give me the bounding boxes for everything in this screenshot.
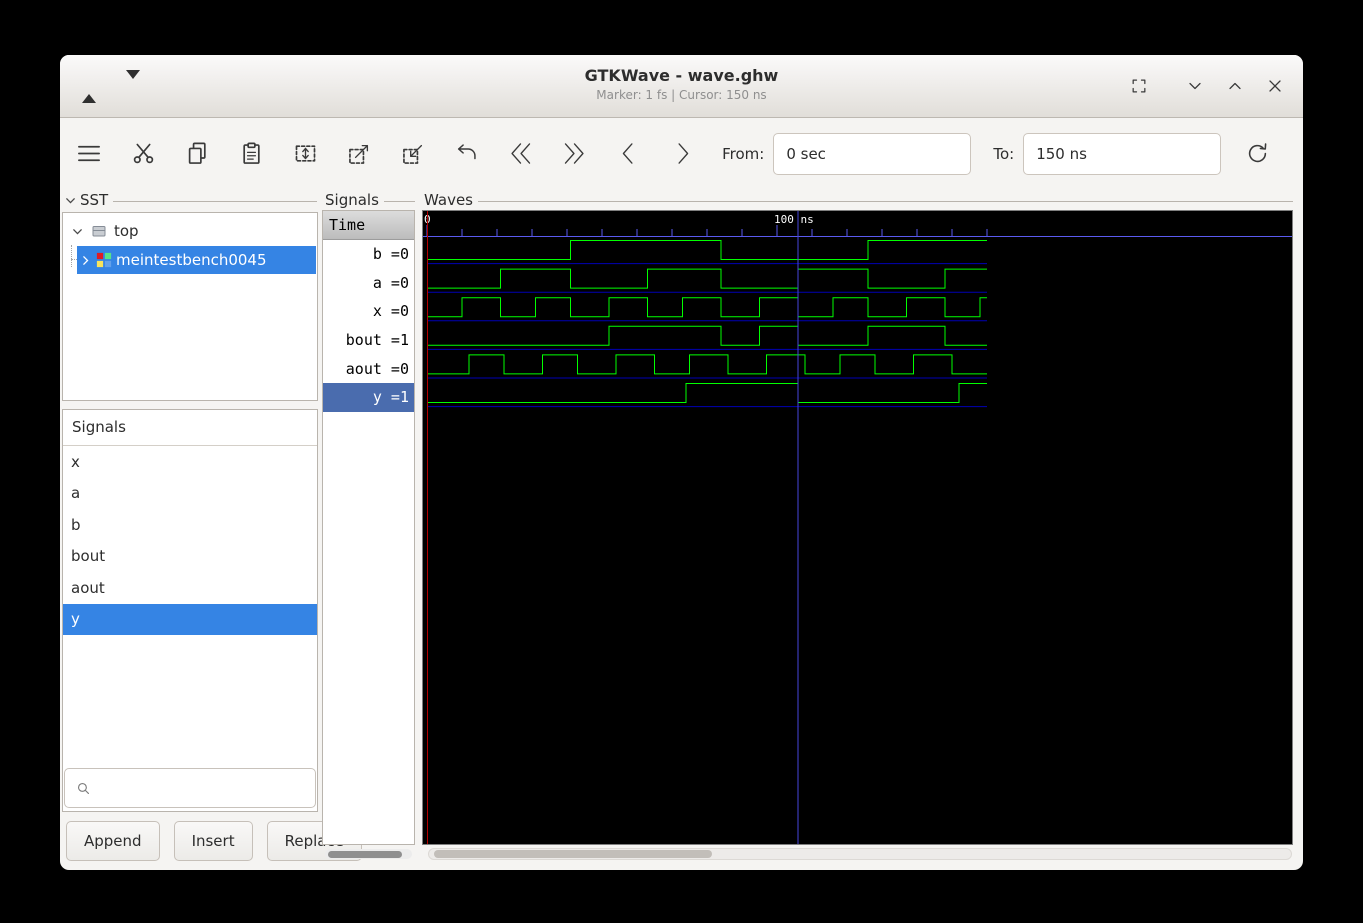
signals-list-header: Signals [63, 410, 317, 446]
signals-list: xabboutaouty [63, 446, 317, 635]
tree-item-label: meintestbench0045 [116, 251, 267, 269]
marker-cursor-status: Marker: 1 fs | Cursor: 150 ns [60, 88, 1303, 102]
zoom-in-icon [346, 140, 373, 167]
signal-list-item[interactable]: x [63, 446, 317, 478]
maximize-icon [1129, 76, 1149, 96]
sst-label: SST [80, 191, 108, 209]
sst-signals-panel: Signals xabboutaouty [62, 409, 318, 812]
append-button[interactable]: Append [66, 821, 160, 861]
signals-frame-label: Signals [325, 191, 415, 209]
collapse-chevron-icon[interactable] [64, 194, 77, 207]
to-end-button[interactable] [561, 139, 589, 169]
triangle-up-icon [82, 79, 96, 103]
from-input[interactable] [773, 133, 971, 175]
zoom-undo-button[interactable] [453, 139, 481, 169]
nav-down-button[interactable] [126, 79, 140, 94]
from-label: From: [722, 145, 764, 163]
desktop: GTKWave - wave.ghw Marker: 1 fs | Cursor… [0, 0, 1363, 923]
signal-value-rows: b =0a =0x =0bout =1aout =0y =1 [323, 240, 414, 412]
testbench-icon [96, 252, 112, 268]
triangle-down-icon [126, 70, 140, 94]
signal-list-item[interactable]: y [63, 604, 317, 636]
shift-left-button[interactable] [614, 139, 642, 169]
signal-value-row[interactable]: aout =0 [323, 354, 414, 383]
search-icon [75, 780, 92, 797]
tree-guide-line [71, 245, 72, 267]
search-input[interactable] [99, 779, 315, 797]
zoom-fit-button[interactable] [291, 139, 319, 169]
maximize-button[interactable] [1129, 76, 1149, 96]
paste-button[interactable] [238, 139, 266, 169]
to-start-button[interactable] [507, 139, 535, 169]
scrollbar-thumb[interactable] [328, 851, 402, 858]
close-icon [1265, 76, 1285, 96]
gtkwave-window: GTKWave - wave.ghw Marker: 1 fs | Cursor… [60, 55, 1303, 870]
signal-value-row[interactable]: a =0 [323, 269, 414, 298]
shift-right-icon [669, 140, 696, 167]
copy-icon [184, 140, 211, 167]
signal-action-buttons: AppendInsertReplace [66, 821, 362, 861]
reload-icon [1244, 140, 1271, 167]
signal-list-item[interactable]: a [63, 478, 317, 510]
titlebar[interactable]: GTKWave - wave.ghw Marker: 1 fs | Cursor… [60, 55, 1303, 118]
waves-hscrollbar[interactable] [428, 848, 1292, 860]
cut-icon [130, 140, 157, 167]
sst-tree: top meintestbench0045 [62, 212, 318, 401]
shift-left-icon [615, 140, 642, 167]
paste-icon [238, 140, 265, 167]
signal-list-item[interactable]: b [63, 509, 317, 541]
expander-right-icon[interactable] [79, 254, 92, 267]
menu-button[interactable] [74, 139, 104, 169]
window-menu-button[interactable] [1185, 76, 1205, 96]
zoom-undo-icon [453, 140, 480, 167]
waveform-plot[interactable]: 0100 ns [423, 211, 1292, 844]
window-title: GTKWave - wave.ghw [60, 55, 1303, 85]
cut-button[interactable] [130, 139, 158, 169]
tree-item-label: top [114, 222, 139, 240]
insert-button[interactable]: Insert [174, 821, 253, 861]
tree-item-testbench[interactable]: meintestbench0045 [77, 246, 316, 274]
zoom-in-button[interactable] [345, 139, 373, 169]
waves-label: Waves [424, 191, 473, 209]
to-label: To: [993, 145, 1014, 163]
close-button[interactable] [1265, 76, 1285, 96]
module-icon [91, 223, 107, 239]
nav-up-button[interactable] [82, 79, 96, 94]
copy-button[interactable] [184, 139, 212, 169]
to-end-icon [561, 140, 588, 167]
to-input[interactable] [1023, 133, 1221, 175]
to-start-icon [507, 140, 534, 167]
chevron-up-icon [1225, 76, 1245, 96]
hamburger-icon [74, 140, 104, 167]
signal-list-item[interactable]: bout [63, 541, 317, 573]
zoom-fit-icon [292, 140, 319, 167]
signal-names-panel: Time b =0a =0x =0bout =1aout =0y =1 [322, 210, 415, 845]
sst-frame-label: SST [64, 191, 317, 209]
tree-item-top[interactable]: top [63, 217, 317, 245]
minimize-button[interactable] [1225, 76, 1245, 96]
expander-down-icon[interactable] [71, 225, 84, 238]
time-header[interactable]: Time [323, 211, 414, 240]
shift-right-button[interactable] [668, 139, 696, 169]
zoom-out-button[interactable] [399, 139, 427, 169]
waves-frame-label: Waves [424, 191, 1293, 209]
signals-label: Signals [325, 191, 379, 209]
signal-value-row[interactable]: bout =1 [323, 326, 414, 355]
signal-list-item[interactable]: aout [63, 572, 317, 604]
zoom-out-icon [400, 140, 427, 167]
signals-hscrollbar[interactable] [325, 849, 412, 859]
waveform-canvas[interactable]: 0100 ns [422, 210, 1293, 845]
toolbar: From: To: [60, 118, 1303, 189]
signal-value-row[interactable]: b =0 [323, 240, 414, 269]
signal-search[interactable] [64, 768, 316, 808]
signal-value-row[interactable]: y =1 [323, 383, 414, 412]
scrollbar-thumb[interactable] [434, 850, 712, 858]
chevron-down-icon [1185, 76, 1205, 96]
signal-value-row[interactable]: x =0 [323, 297, 414, 326]
svg-text:100 ns: 100 ns [774, 213, 814, 226]
reload-button[interactable] [1243, 139, 1271, 169]
